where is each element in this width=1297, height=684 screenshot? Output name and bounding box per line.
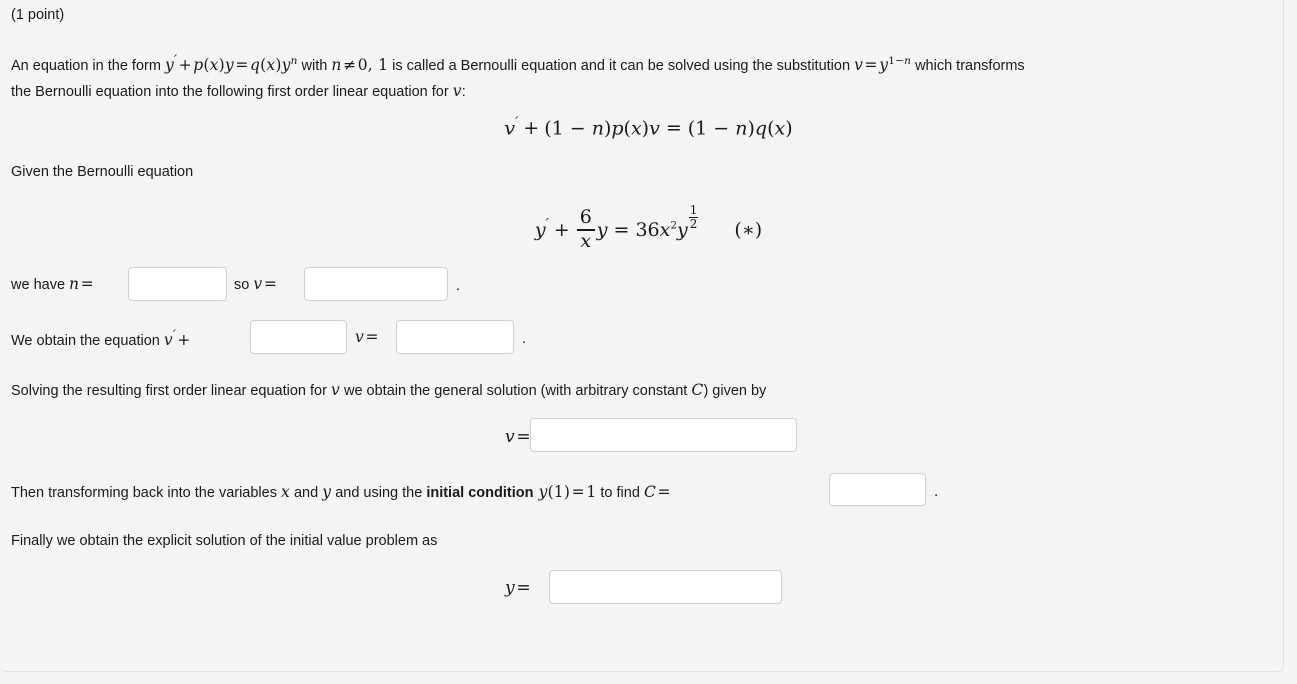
gs-v-symbol: v xyxy=(330,381,340,399)
equation-row-period: . xyxy=(522,330,527,347)
general-solution-paragraph: Solving the resulting first order linear… xyxy=(11,378,766,404)
y-final-label: y= xyxy=(505,578,532,598)
question-content: (1 point) An equation in the form y′+p(x… xyxy=(0,0,1297,684)
initial-condition-period: . xyxy=(934,483,939,500)
inline-eq-bernoulli-form: y′+p(x)y=q(x)yn xyxy=(164,53,298,75)
ic-text-b: and xyxy=(289,485,323,501)
intro-text-b: with xyxy=(297,58,332,75)
n-equals: = xyxy=(80,275,94,293)
display-equation-bernoulli: y′ +6 x y = 36x2y 1 2 (∗) xyxy=(0,203,1297,253)
intro-paragraph: An equation in the form y′+p(x)y=q(x)yn … xyxy=(11,48,1279,105)
inline-var-v: v xyxy=(452,82,462,101)
ic-text-c: and using the xyxy=(331,485,427,501)
eq-v: v xyxy=(504,117,516,140)
bern-coefficient: 36 xyxy=(635,219,660,242)
so-text: so xyxy=(234,277,254,293)
ic-text-d: to find xyxy=(596,485,644,501)
n-row-prefix: we have n= xyxy=(11,275,95,293)
eq-one-minus-n-2: (1 − n) xyxy=(687,117,755,140)
fraction-one-half-exponent: 12 xyxy=(688,203,699,231)
exp-denominator: 2 xyxy=(689,216,698,231)
v-equals: = xyxy=(263,275,277,293)
eq-paren-open-1: ( xyxy=(623,117,631,140)
input-v-general-solution[interactable] xyxy=(530,418,797,452)
ic-C-symbol: C xyxy=(643,483,656,501)
points-label: (1 point) xyxy=(11,7,65,23)
exp-numerator: 1 xyxy=(689,203,698,217)
inline-eq-substitution: v=y1−n xyxy=(854,55,912,75)
gs-text-b: we obtain the general solution (with arb… xyxy=(339,383,692,399)
eq-paren-open-2: ( xyxy=(767,117,775,140)
eq-q-of-x: q xyxy=(754,117,768,140)
ic-bold-label: initial condition xyxy=(426,485,534,501)
n-row-prefix-text: we have xyxy=(11,277,70,293)
equation-star-tag: (∗) xyxy=(734,219,763,242)
given-label: Given the Bernoulli equation xyxy=(11,164,194,180)
input-v-substitution[interactable] xyxy=(304,267,448,301)
ic-x-symbol: x xyxy=(281,483,290,501)
eq-equals: = xyxy=(665,117,682,140)
fraction-numerator: 6 xyxy=(579,206,592,229)
display-equation-linear-transform: v′ + (1 − n)p(x)v = (1 − n)q(x) xyxy=(0,115,1297,139)
initial-condition-paragraph: Then transforming back into the variable… xyxy=(11,480,672,506)
intro-text-line2-a: the Bernoulli equation into the followin… xyxy=(11,84,453,101)
equation-row-prefix-text: We obtain the equation xyxy=(11,332,164,349)
eq-x-2: x xyxy=(774,117,786,140)
y-final-symbol: y xyxy=(505,578,515,598)
n-row-period: . xyxy=(456,277,461,294)
n-symbol: n xyxy=(69,275,80,293)
eq-one-minus-n-1: (1 − n) xyxy=(544,117,612,140)
v-general-symbol: v xyxy=(505,427,515,447)
input-constant-C[interactable] xyxy=(829,473,926,506)
eq-v-2: v xyxy=(649,117,660,140)
eq-p-of-x: p xyxy=(611,117,624,140)
input-linear-coefficient[interactable] xyxy=(250,320,347,354)
y-final-equals: = xyxy=(516,578,531,598)
bern-plus: + xyxy=(553,219,570,242)
gs-text-a: Solving the resulting first order linear… xyxy=(11,383,331,399)
bern-y: y xyxy=(534,219,546,242)
eqrow-equals: = xyxy=(365,328,379,346)
input-n-value[interactable] xyxy=(128,267,227,301)
equation-row-midtext: v= xyxy=(355,328,380,346)
gs-C-symbol: C xyxy=(691,381,704,399)
v-general-label: v= xyxy=(505,427,532,447)
intro-text-a: An equation in the form xyxy=(11,58,165,75)
ic-equals: = xyxy=(657,483,671,501)
gs-text-c: ) given by xyxy=(703,383,767,399)
eq-paren-close-2: ) xyxy=(785,117,793,140)
bern-y-3: y xyxy=(677,219,688,242)
bern-x: x xyxy=(659,219,671,242)
n-row-midtext: so v= xyxy=(234,275,278,293)
input-y-final-solution[interactable] xyxy=(549,570,782,604)
ic-text-a: Then transforming back into the variable… xyxy=(11,485,281,501)
bern-y-2: y xyxy=(596,219,608,242)
inline-eq-n-condition: n≠0, 1 xyxy=(331,56,389,75)
eqrow-plus: + xyxy=(177,330,191,349)
ic-condition: y(1)=1 xyxy=(538,483,597,501)
eq-plus: + xyxy=(523,117,540,140)
eqrow-v-symbol-2: v xyxy=(355,328,364,346)
equation-row-prefix: We obtain the equation v′+ xyxy=(11,328,192,349)
fraction-6-over-x: 6x xyxy=(576,206,595,252)
eq-x-1: x xyxy=(630,117,642,140)
eq-paren-close-1: ) xyxy=(641,117,650,140)
fraction-denominator: x xyxy=(580,229,592,252)
eqrow-v-symbol: v xyxy=(163,330,173,349)
input-linear-rhs[interactable] xyxy=(396,320,514,354)
intro-text-d: which transforms xyxy=(911,58,1025,75)
ic-y-symbol: y xyxy=(322,483,332,501)
final-solution-paragraph: Finally we obtain the explicit solution … xyxy=(11,533,438,549)
intro-text-line2-b: : xyxy=(461,84,466,101)
intro-text-c: is called a Bernoulli equation and it ca… xyxy=(388,58,855,75)
v-symbol: v xyxy=(253,275,263,293)
bern-equals: = xyxy=(613,219,630,242)
